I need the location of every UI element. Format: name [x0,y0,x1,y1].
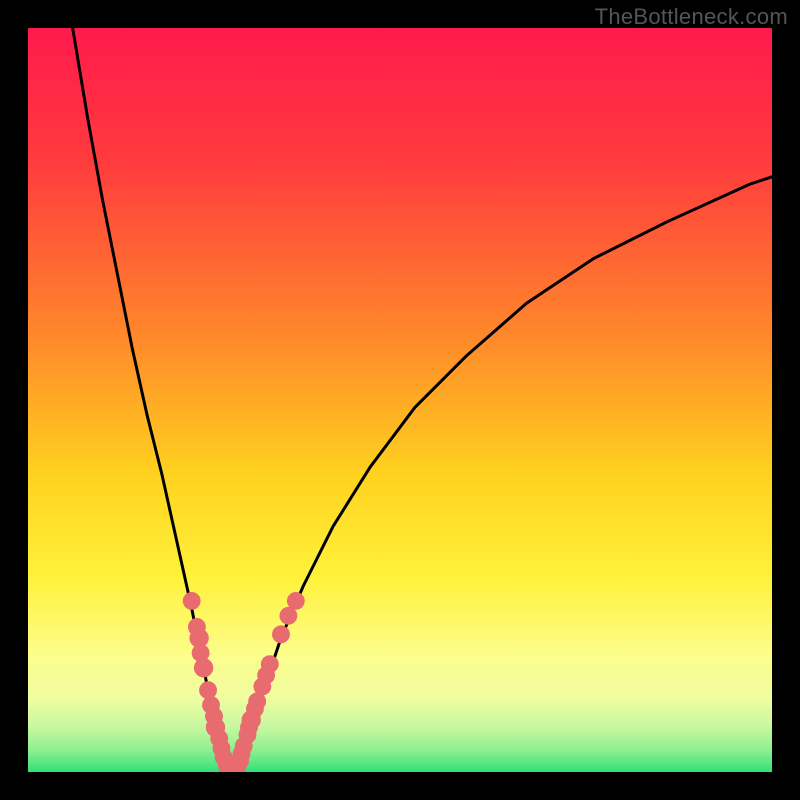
curve-lines [73,28,772,772]
watermark-text: TheBottleneck.com [595,4,788,30]
series-right-branch [229,177,772,772]
chart-svg [28,28,772,772]
marker-dot [272,625,290,643]
plot-area [28,28,772,772]
marker-dot [287,592,305,610]
marker-dot [199,681,217,699]
marker-dot [183,592,201,610]
marker-dot [261,655,279,673]
chart-frame: TheBottleneck.com [0,0,800,800]
data-markers [183,592,305,772]
marker-dot [194,658,213,677]
